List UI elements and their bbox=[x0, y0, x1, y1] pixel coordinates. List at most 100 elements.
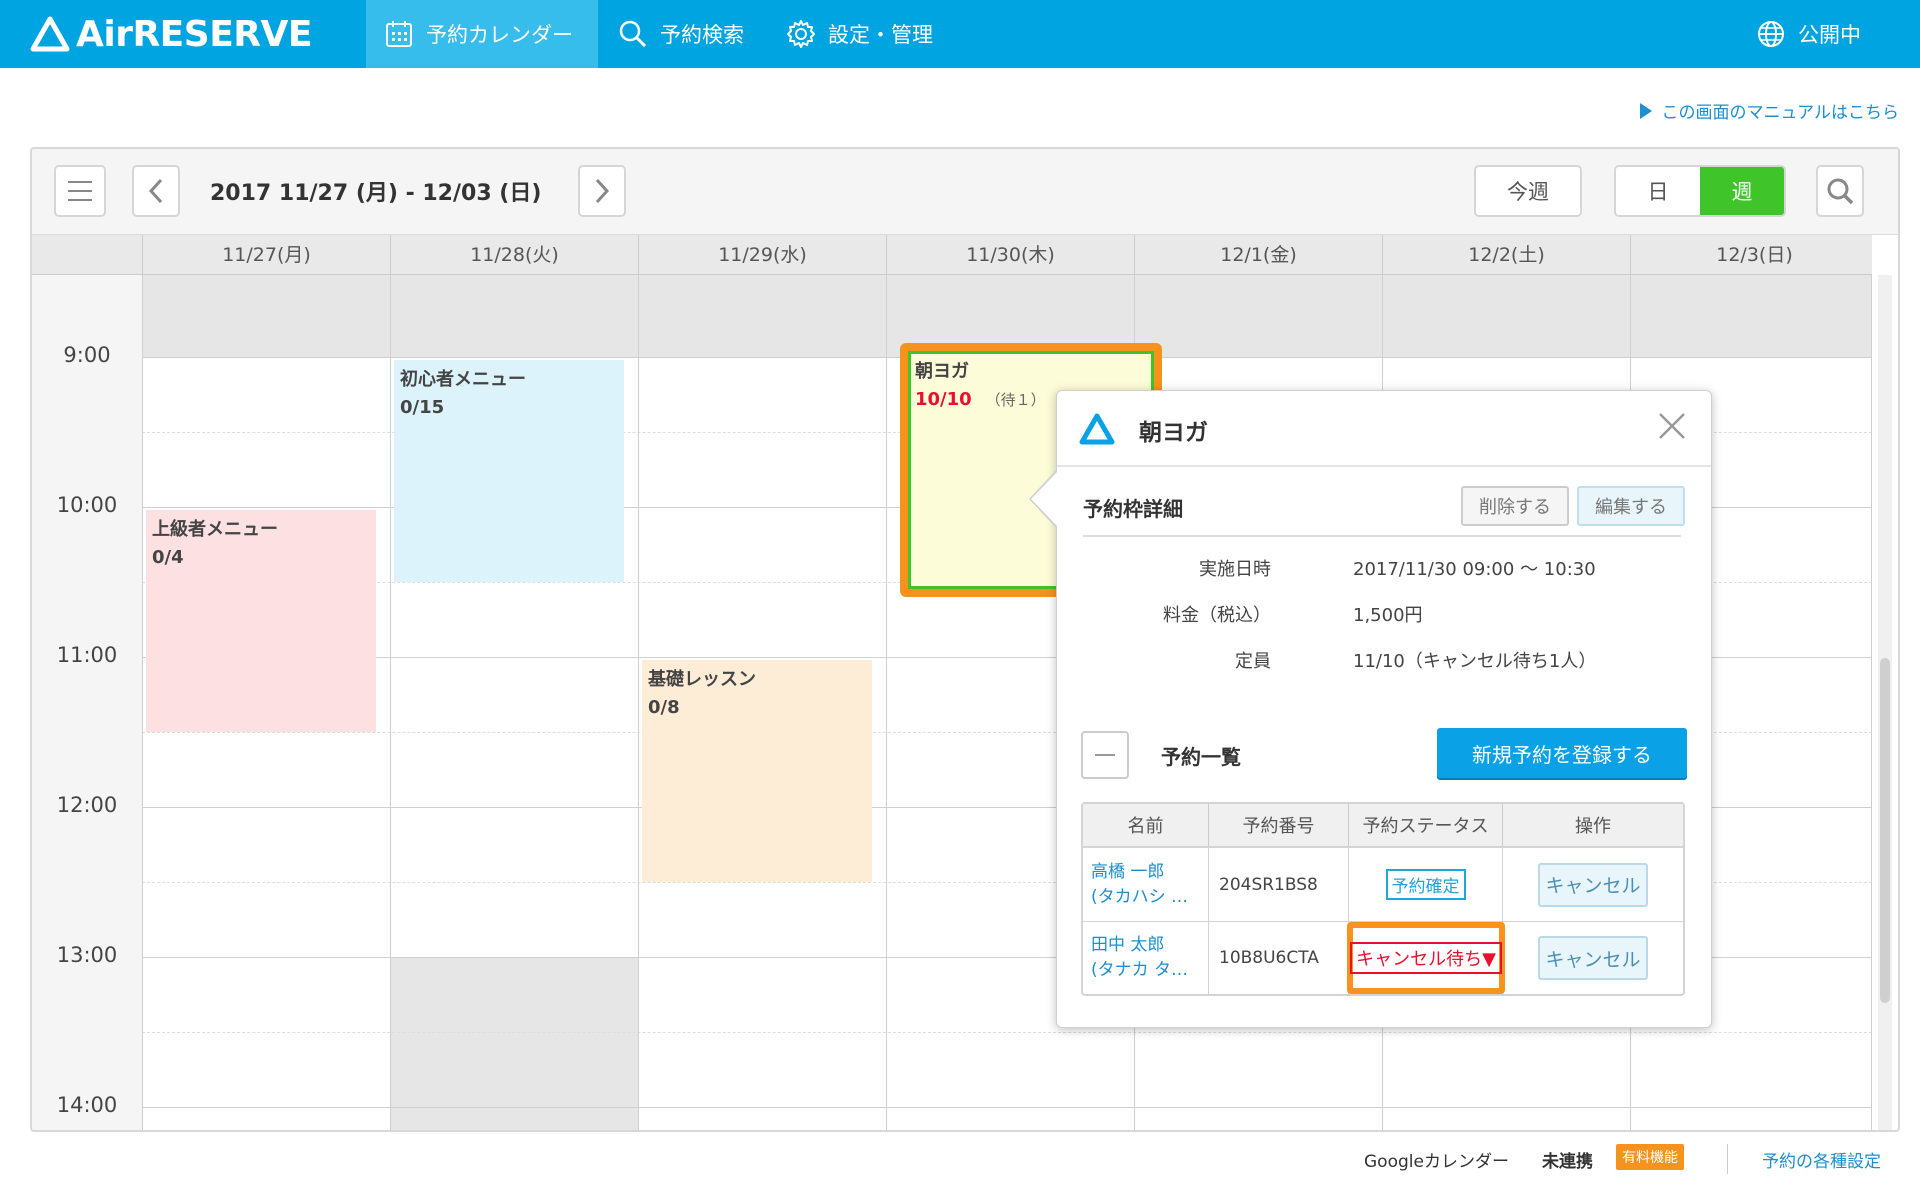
day-header[interactable]: 12/3(日) bbox=[1630, 235, 1878, 275]
manual-link[interactable]: この画面のマニュアルはこちら bbox=[1639, 98, 1900, 123]
table-row-name-cell[interactable]: 高橋 一郎 (タカハシ … bbox=[1083, 848, 1209, 922]
popup-header: 朝ヨガ bbox=[1057, 391, 1711, 467]
nav-search-label: 予約検索 bbox=[660, 23, 744, 47]
play-triangle-icon bbox=[1639, 102, 1652, 119]
next-week-button[interactable] bbox=[578, 165, 626, 217]
event-title: 基礎レッスン bbox=[648, 669, 756, 690]
column-header-name: 名前 bbox=[1083, 804, 1209, 848]
customer-name-kana: (タカハシ … bbox=[1091, 886, 1189, 907]
edit-button[interactable]: 編集する bbox=[1577, 486, 1685, 526]
nav-settings-label: 設定・管理 bbox=[828, 23, 933, 47]
google-calendar-status: 未連携 bbox=[1542, 1151, 1593, 1172]
collapse-list-button[interactable] bbox=[1081, 731, 1129, 779]
event-capacity: 10/10 bbox=[915, 389, 972, 410]
status-highlight: キャンセル待ち▼ bbox=[1347, 922, 1505, 994]
chevron-left-icon bbox=[148, 178, 163, 204]
event-title: 初心者メニュー bbox=[400, 369, 526, 390]
vertical-scrollbar[interactable] bbox=[1878, 275, 1892, 1130]
event-beginner-menu[interactable]: 初心者メニュー 0/15 bbox=[394, 360, 624, 582]
time-label: 9:00 bbox=[63, 343, 111, 367]
gear-icon bbox=[787, 20, 815, 48]
event-capacity: 0/8 bbox=[648, 697, 680, 718]
previous-week-button[interactable] bbox=[132, 165, 180, 217]
customer-name: 田中 太郎 bbox=[1091, 935, 1165, 955]
event-title: 上級者メニュー bbox=[152, 519, 278, 540]
footer-divider bbox=[1727, 1144, 1728, 1174]
date-range-title: 2017 11/27 (月) - 12/03 (日) bbox=[210, 181, 542, 206]
day-header[interactable]: 11/29(水) bbox=[638, 235, 886, 275]
time-column: 9:00 10:00 11:00 12:00 13:00 14:00 bbox=[32, 275, 142, 1130]
event-title: 朝ヨガ bbox=[915, 361, 969, 382]
event-capacity: 0/4 bbox=[152, 547, 184, 568]
time-label: 11:00 bbox=[56, 643, 118, 667]
day-header[interactable]: 11/30(木) bbox=[886, 235, 1134, 275]
close-icon[interactable] bbox=[1655, 409, 1689, 443]
air-reserve-logo[interactable]: AirRESERVE bbox=[30, 12, 312, 56]
hour-line bbox=[142, 1107, 1872, 1108]
event-capacity: 0/15 bbox=[400, 397, 445, 418]
detail-key: 料金（税込） bbox=[1163, 605, 1271, 626]
logo-triangle-icon bbox=[30, 16, 70, 52]
scrollbar-thumb[interactable] bbox=[1880, 658, 1890, 1003]
view-toggle: 日 週 bbox=[1614, 165, 1786, 217]
calendar-toolbar: 2017 11/27 (月) - 12/03 (日) 今週 日 週 bbox=[32, 149, 1898, 235]
time-label: 12:00 bbox=[56, 793, 118, 817]
manual-link-label: この画面のマニュアルはこちら bbox=[1661, 103, 1900, 123]
half-hour-line bbox=[142, 1032, 1872, 1033]
event-advanced-menu[interactable]: 上級者メニュー 0/4 bbox=[146, 510, 376, 732]
delete-button[interactable]: 削除する bbox=[1461, 486, 1569, 526]
reservation-table: 名前 予約番号 予約ステータス 操作 高橋 一郎 (タカハシ … 204SR1BS… bbox=[1081, 802, 1685, 996]
action-cell: キャンセル bbox=[1503, 848, 1683, 922]
day-header[interactable]: 11/27(月) bbox=[142, 235, 390, 275]
detail-key: 実施日時 bbox=[1199, 559, 1271, 580]
detail-value: 1,500円 bbox=[1353, 605, 1423, 626]
reservation-settings-link[interactable]: 予約の各種設定 bbox=[1762, 1144, 1881, 1174]
popup-title: 朝ヨガ bbox=[1139, 420, 1208, 446]
air-triangle-icon bbox=[1079, 413, 1115, 445]
day-header-row: 11/27(月) 11/28(火) 11/29(水) 11/30(木) 12/1… bbox=[32, 235, 1872, 275]
week-view-button[interactable]: 週 bbox=[1700, 167, 1784, 215]
detail-value: 2017/11/30 09:00 ～ 10:30 bbox=[1353, 559, 1596, 580]
top-navigation-bar: AirRESERVE 予約カレンダー 予約検索 設定・管理 公開中 bbox=[0, 0, 1920, 68]
nav-reservation-calendar[interactable]: 予約カレンダー bbox=[366, 0, 598, 68]
detail-value: 11/10（キャンセル待ち1人） bbox=[1353, 651, 1597, 672]
event-basic-lesson[interactable]: 基礎レッスン 0/8 bbox=[642, 660, 872, 882]
time-label: 13:00 bbox=[56, 943, 118, 967]
section-title: 予約枠詳細 bbox=[1083, 497, 1183, 521]
action-cell: キャンセル bbox=[1503, 922, 1683, 994]
paid-feature-badge: 有料機能 bbox=[1616, 1144, 1684, 1170]
menu-button[interactable] bbox=[54, 165, 106, 217]
cancel-button[interactable]: キャンセル bbox=[1538, 936, 1648, 980]
day-column-line bbox=[638, 275, 639, 1130]
day-header[interactable]: 12/1(金) bbox=[1134, 235, 1382, 275]
day-header[interactable]: 11/28(火) bbox=[390, 235, 638, 275]
public-status[interactable]: 公開中 bbox=[1756, 0, 1861, 68]
table-row-name-cell[interactable]: 田中 太郎 (タナカ タ… bbox=[1083, 922, 1209, 994]
customer-name-kana: (タナカ タ… bbox=[1091, 960, 1189, 980]
cancel-button[interactable]: キャンセル bbox=[1538, 862, 1648, 907]
google-calendar-label: Googleカレンダー bbox=[1364, 1151, 1509, 1172]
status-badge: 予約確定 bbox=[1385, 869, 1466, 900]
day-view-button[interactable]: 日 bbox=[1616, 167, 1700, 215]
new-reservation-button[interactable]: 新規予約を登録する bbox=[1437, 728, 1687, 778]
nav-calendar-label: 予約カレンダー bbox=[426, 23, 573, 47]
column-header-status: 予約ステータス bbox=[1349, 804, 1503, 848]
column-header-action: 操作 bbox=[1503, 804, 1683, 848]
this-week-button[interactable]: 今週 bbox=[1474, 165, 1582, 217]
closed-slot bbox=[390, 957, 638, 1130]
reservation-number: 10B8U6CTA bbox=[1209, 922, 1349, 994]
nav-reservation-search[interactable]: 予約検索 bbox=[618, 0, 744, 68]
calendar-icon bbox=[386, 21, 412, 47]
globe-icon bbox=[1758, 21, 1784, 47]
detail-key: 定員 bbox=[1235, 651, 1271, 672]
day-header[interactable]: 12/2(土) bbox=[1382, 235, 1630, 275]
day-column-line bbox=[1871, 275, 1872, 1130]
popup-pointer-inner bbox=[1031, 471, 1058, 527]
chevron-right-icon bbox=[595, 178, 610, 204]
calendar-search-button[interactable] bbox=[1816, 165, 1864, 217]
time-label: 10:00 bbox=[56, 493, 118, 517]
search-icon bbox=[619, 20, 647, 48]
status-dropdown[interactable]: キャンセル待ち▼ bbox=[1350, 942, 1502, 974]
nav-settings-management[interactable]: 設定・管理 bbox=[786, 0, 933, 68]
status-cell: 予約確定 bbox=[1349, 848, 1503, 922]
